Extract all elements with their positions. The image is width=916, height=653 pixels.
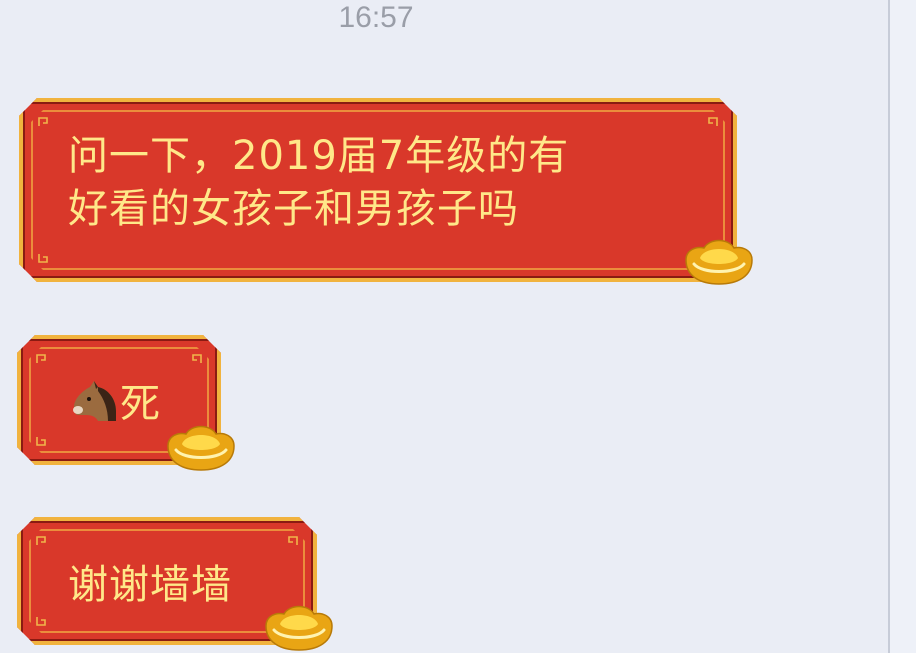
corner-ornament-icon — [37, 252, 59, 266]
message-line: 好看的女孩子和男孩子吗 — [68, 186, 519, 232]
corner-ornament-icon — [37, 114, 59, 128]
message-text: 问一下，2019届7年级的有 好看的女孩子和男孩子吗 — [68, 130, 569, 236]
corner-ornament-icon — [35, 435, 57, 449]
corner-ornament-icon — [697, 114, 719, 128]
gold-ingot-icon — [167, 425, 235, 471]
chat-bubble[interactable]: 问一下，2019届7年级的有 好看的女孩子和男孩子吗 — [19, 98, 737, 282]
message-timestamp: 16:57 — [338, 1, 414, 34]
scrollbar-edge — [888, 0, 916, 653]
gold-ingot-icon — [265, 605, 333, 651]
corner-ornament-icon — [181, 351, 203, 365]
message-line: 死 — [120, 381, 161, 427]
message-line: 问一下，2019届7年级的有 — [68, 133, 570, 179]
corner-ornament-icon — [35, 533, 57, 547]
message-line: 谢谢墙墙 — [68, 562, 232, 608]
corner-ornament-icon — [35, 351, 57, 365]
corner-ornament-icon — [277, 533, 299, 547]
horse-face-icon — [68, 377, 120, 423]
message-text: 谢谢墙墙 — [68, 559, 232, 612]
corner-ornament-icon — [35, 615, 57, 629]
message-text: 死 — [68, 377, 161, 431]
gold-ingot-icon — [685, 239, 753, 285]
